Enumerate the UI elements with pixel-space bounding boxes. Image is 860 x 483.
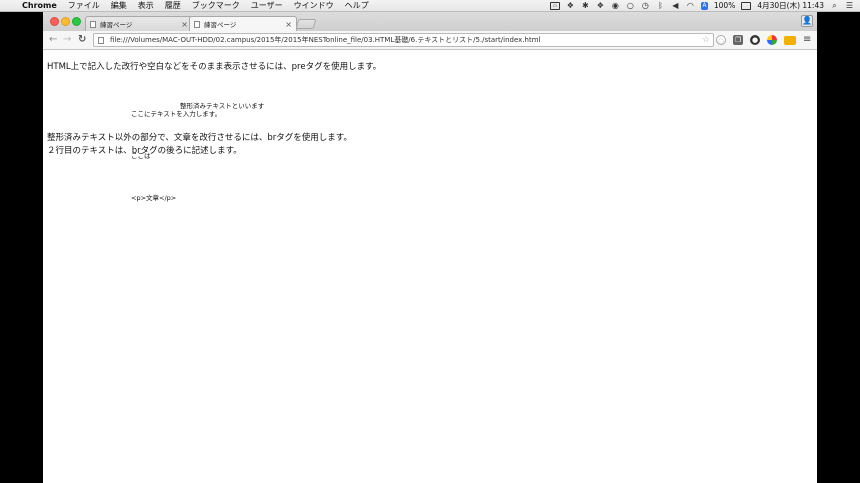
page-icon xyxy=(98,36,104,44)
browser-toolbar: ← → ↻ file:///Volumes/MAC-OUT-HDD/02.cam… xyxy=(43,31,817,50)
menu-edit[interactable]: 編集 xyxy=(111,0,127,11)
pre-line: <p>文章</p> xyxy=(131,194,177,202)
tab-close-icon[interactable]: × xyxy=(285,20,292,29)
pre-block: ここにテキストを入力します。 ここは <p>文章</p> 整形済みテキストといい… xyxy=(131,79,264,247)
bookmark-star-icon[interactable]: ☆ xyxy=(702,35,710,45)
tab-title: 練習ページ xyxy=(100,21,133,29)
menu-view[interactable]: 表示 xyxy=(138,0,154,11)
tab-close-icon[interactable]: × xyxy=(181,20,188,29)
page-content: HTML上で記入した改行や空白などをそのまま表示させるには、preタグを使用しま… xyxy=(43,50,817,483)
url-text[interactable]: file:///Volumes/MAC-OUT-HDD/02.campus/20… xyxy=(110,35,702,45)
dropbox-alt-icon[interactable]: ❖ xyxy=(596,1,605,10)
battery-percent: 100% xyxy=(713,1,736,10)
tab-2[interactable]: 練習ページ × xyxy=(189,16,297,31)
record-icon[interactable]: ◉ xyxy=(611,1,620,10)
paragraph: HTML上で記入した改行や空白などをそのまま表示させるには、preタグを使用しま… xyxy=(47,62,382,72)
extension-icon[interactable]: ❐ xyxy=(733,35,743,45)
volume-icon[interactable]: ◀ xyxy=(671,1,680,10)
profile-icon[interactable]: 👤 xyxy=(801,15,813,27)
dropbox-icon[interactable]: ❖ xyxy=(566,1,575,10)
pre-line-right: 整形済みテキストといいます xyxy=(180,102,265,110)
address-bar[interactable]: file:///Volumes/MAC-OUT-HDD/02.campus/20… xyxy=(93,33,714,47)
chrome-menu-icon[interactable]: ≡ xyxy=(803,34,811,45)
tab-title: 練習ページ xyxy=(204,21,237,29)
extension-icon[interactable]: ● xyxy=(750,35,760,45)
circle-icon[interactable]: ○ xyxy=(626,1,635,10)
clock[interactable]: 4月30日(木) 11:43 xyxy=(757,0,824,11)
browser-window: 練習ページ × 練習ページ × 👤 ← → ↻ file:///Volumes/… xyxy=(43,12,817,483)
extension-icon[interactable] xyxy=(767,35,777,45)
battery-icon[interactable] xyxy=(741,1,752,10)
paragraph: 整形済みテキスト以外の部分で、文章を改行させるには、brタグを使用します。 xyxy=(47,133,352,143)
status-area: ▭ ❖ ✱ ❖ ◉ ○ ◷ ᛒ ◀ ◠ A 100% 4月30日(木) 11:4… xyxy=(549,0,854,11)
close-window-button[interactable] xyxy=(50,17,59,26)
reload-icon[interactable]: ↻ xyxy=(78,34,86,46)
menu-file[interactable]: ファイル xyxy=(68,0,100,11)
zoom-window-button[interactable] xyxy=(72,17,81,26)
page-icon xyxy=(194,20,200,28)
extension-icon[interactable]: ◌ xyxy=(716,35,726,45)
wifi-icon[interactable]: ◠ xyxy=(686,1,695,10)
tab-1[interactable]: 練習ページ × xyxy=(85,16,193,31)
back-icon[interactable]: ← xyxy=(49,34,57,46)
extension-icon[interactable] xyxy=(784,36,796,45)
menu-help[interactable]: ヘルプ xyxy=(345,0,369,11)
spotlight-icon[interactable]: ⌕ xyxy=(830,1,839,10)
page-icon xyxy=(90,20,96,28)
bluetooth-icon[interactable]: ᛒ xyxy=(656,1,665,10)
forward-icon[interactable]: → xyxy=(63,34,71,46)
input-source-icon[interactable]: A xyxy=(700,1,708,10)
minimize-window-button[interactable] xyxy=(61,17,70,26)
time-machine-icon[interactable]: ◷ xyxy=(641,1,650,10)
airplay-icon[interactable]: ▭ xyxy=(549,1,560,10)
menu-bookmarks[interactable]: ブックマーク xyxy=(192,0,240,11)
paragraph: ２行目のテキストは、brタグの後ろに記述します。 xyxy=(47,146,242,156)
tab-strip: 練習ページ × 練習ページ × 👤 xyxy=(43,12,817,31)
menu-app-name[interactable]: Chrome xyxy=(22,1,57,10)
gear-icon[interactable]: ✱ xyxy=(581,1,590,10)
new-tab-button[interactable] xyxy=(295,19,317,29)
notification-center-icon[interactable]: ☰ xyxy=(845,1,854,10)
menu-users[interactable]: ユーザー xyxy=(251,0,283,11)
mac-menu-bar: Chrome ファイル 編集 表示 履歴 ブックマーク ユーザー ウインドウ ヘ… xyxy=(0,0,860,12)
menu-window[interactable]: ウインドウ xyxy=(294,0,334,11)
menu-history[interactable]: 履歴 xyxy=(165,0,181,11)
